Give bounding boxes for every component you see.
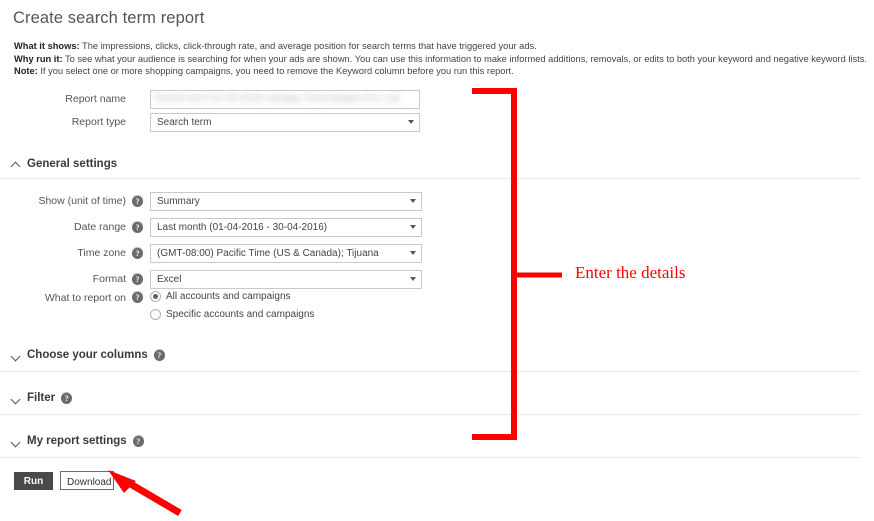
help-icon[interactable]: ? xyxy=(153,349,165,361)
chevron-down-icon xyxy=(410,277,416,281)
section-title: Choose your columns xyxy=(27,349,148,361)
description-label: What it shows: xyxy=(14,41,80,51)
chevron-up-icon xyxy=(11,159,21,169)
help-icon[interactable]: ? xyxy=(132,195,143,207)
date-range-value: Last month (01-04-2016 - 30-04-2016) xyxy=(157,221,328,233)
format-value: Excel xyxy=(157,273,182,285)
show-unit-of-time-value: Summary xyxy=(157,195,200,207)
show-unit-of-time-select[interactable]: Summary xyxy=(150,191,422,211)
description-text: The impressions, clicks, click-through r… xyxy=(79,41,537,51)
help-icon[interactable]: ? xyxy=(132,221,143,233)
page-title: Create search term report xyxy=(13,9,205,27)
what-to-report-on-row: What to report on ? All accounts and cam… xyxy=(14,291,314,320)
help-icon[interactable]: ? xyxy=(132,273,143,285)
help-icon[interactable]: ? xyxy=(132,247,143,259)
report-type-row: Report type Search term xyxy=(14,112,420,132)
description-text: To see what your audience is searching f… xyxy=(62,53,867,64)
report-type-select[interactable]: Search term xyxy=(150,112,420,132)
help-icon[interactable]: ? xyxy=(61,392,73,404)
format-label: Format xyxy=(92,273,126,285)
date-range-row: Date range ? Last month (01-04-2016 - 30… xyxy=(14,217,422,237)
section-header-filter[interactable]: Filter ? xyxy=(11,392,73,404)
help-icon[interactable]: ? xyxy=(132,435,144,447)
date-range-select[interactable]: Last month (01-04-2016 - 30-04-2016) xyxy=(150,217,422,237)
section-header-my-report-settings[interactable]: My report settings ? xyxy=(11,435,144,447)
report-name-label: Report name xyxy=(65,93,126,105)
report-type-value: Search term xyxy=(157,116,212,128)
chevron-down-icon xyxy=(11,393,21,403)
chevron-down-icon xyxy=(408,120,414,124)
radio-specific-accounts-and-campaigns[interactable]: Specific accounts and campaigns xyxy=(150,309,314,320)
description-label: Why run it: xyxy=(14,53,63,64)
chevron-down-icon xyxy=(410,225,416,229)
time-zone-value: (GMT-08:00) Pacific Time (US & Canada); … xyxy=(157,247,379,259)
download-button[interactable]: Download xyxy=(60,471,114,490)
section-header-general-settings[interactable]: General settings xyxy=(11,158,123,170)
divider xyxy=(0,457,860,458)
divider xyxy=(0,414,860,415)
chevron-down-icon xyxy=(11,436,21,446)
what-to-report-on-options: All accounts and campaigns Specific acco… xyxy=(150,291,314,320)
section-header-choose-your-columns[interactable]: Choose your columns ? xyxy=(11,349,165,361)
section-title: General settings xyxy=(27,158,118,170)
chevron-down-icon xyxy=(410,199,416,203)
description-line: Why run it: To see what your audience is… xyxy=(14,53,870,66)
report-name-row: Report name Search term 01-04-2016 manag… xyxy=(14,89,420,109)
time-zone-label: Time zone xyxy=(77,247,126,259)
radio-all-accounts-and-campaigns[interactable]: All accounts and campaigns xyxy=(150,291,314,302)
format-row: Format ? Excel xyxy=(14,269,422,289)
chevron-down-icon xyxy=(410,251,416,255)
radio-label: Specific accounts and campaigns xyxy=(166,309,315,320)
what-to-report-on-label: What to report on xyxy=(44,292,126,304)
description-label: Note: xyxy=(14,66,38,77)
bracket-annotation xyxy=(472,88,517,440)
radio-label: All accounts and campaigns xyxy=(166,291,291,302)
description-line: Note: If you select one or more shopping… xyxy=(14,65,870,78)
description-text: If you select one or more shopping campa… xyxy=(37,66,514,77)
show-unit-of-time-row: Show (unit of time) ? Summary xyxy=(14,191,422,211)
run-button[interactable]: Run xyxy=(14,472,53,490)
report-type-label: Report type xyxy=(71,116,126,128)
description-line: What it shows: The impressions, clicks, … xyxy=(14,40,870,53)
annotation-label-enter-the-details: Enter the details xyxy=(575,263,686,282)
report-description: What it shows: The impressions, clicks, … xyxy=(14,40,870,78)
download-arrow-shaft xyxy=(120,475,182,517)
time-zone-select[interactable]: (GMT-08:00) Pacific Time (US & Canada); … xyxy=(150,243,422,263)
report-name-value: Search term 01-04-2016 manage Technologi… xyxy=(154,92,399,104)
date-range-label: Date range xyxy=(74,221,126,233)
report-name-input[interactable]: Search term 01-04-2016 manage Technologi… xyxy=(150,89,420,109)
help-icon[interactable]: ? xyxy=(132,292,143,303)
radio-icon xyxy=(150,309,161,320)
time-zone-row: Time zone ? (GMT-08:00) Pacific Time (US… xyxy=(14,243,422,263)
format-select[interactable]: Excel xyxy=(150,269,422,289)
divider xyxy=(0,371,860,372)
chevron-down-icon xyxy=(11,350,21,360)
section-title: Filter xyxy=(27,392,56,404)
divider xyxy=(0,178,860,179)
show-unit-of-time-label: Show (unit of time) xyxy=(38,195,126,207)
radio-icon xyxy=(150,291,161,302)
section-title: My report settings xyxy=(27,435,127,447)
